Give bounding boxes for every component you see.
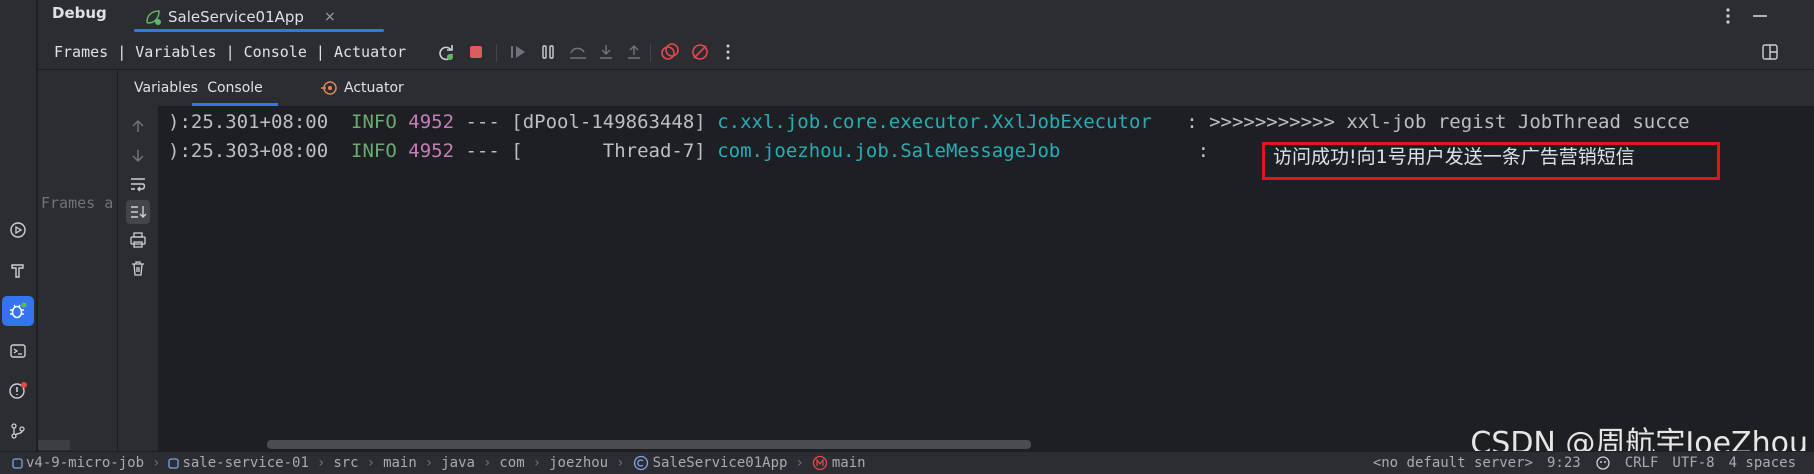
- breadcrumb-item[interactable]: main: [383, 455, 417, 471]
- minimize-icon[interactable]: [1750, 6, 1770, 26]
- debug-toolbar: Frames | Variables | Console | Actuator: [38, 34, 1814, 70]
- up-arrow-icon[interactable]: [126, 114, 150, 138]
- file-encoding[interactable]: UTF-8: [1672, 455, 1714, 471]
- log-logger[interactable]: c.xxl.job.core.executor.XxlJobExecutor: [717, 111, 1152, 133]
- breadcrumb-item[interactable]: v4-9-micro-job: [26, 455, 144, 471]
- layout-tabs-links[interactable]: Frames | Variables | Console | Actuator: [54, 43, 406, 61]
- class-icon: [633, 455, 649, 471]
- ai-assistant-icon[interactable]: [1595, 455, 1611, 471]
- log-separator: ---: [465, 111, 500, 133]
- log-timestamp: ):25.303+08:00: [168, 140, 329, 162]
- console-actions-gutter: [118, 106, 158, 451]
- step-out-icon[interactable]: [624, 42, 644, 62]
- line-ending[interactable]: CRLF: [1625, 455, 1659, 471]
- frames-scrollbar[interactable]: [38, 440, 70, 450]
- scroll-to-end-icon[interactable]: [126, 200, 150, 224]
- frames-pane: Frames a: [38, 70, 117, 451]
- log-level: INFO: [351, 140, 397, 162]
- tab-label: Console: [207, 80, 263, 96]
- active-tab-indicator: [134, 29, 384, 32]
- log-message-prefix: :: [1197, 140, 1210, 162]
- soft-wrap-icon[interactable]: [126, 172, 150, 196]
- breadcrumb-item[interactable]: com: [499, 455, 524, 471]
- breadcrumb-item[interactable]: src: [333, 455, 358, 471]
- more-options-icon[interactable]: [1718, 6, 1738, 26]
- log-separator: ---: [465, 140, 500, 162]
- toolbar-divider: [496, 44, 497, 62]
- step-into-icon[interactable]: [596, 42, 616, 62]
- log-line: ):25.303+08:00 INFO 4952 --- [ Thread-7]…: [168, 138, 1209, 164]
- print-icon[interactable]: [126, 228, 150, 252]
- resume-icon[interactable]: [508, 42, 528, 62]
- tab-label: Variables: [134, 80, 198, 96]
- status-widgets: <no default server> 9:23 CRLF UTF-8 4 sp…: [1373, 455, 1796, 471]
- actuator-icon: [320, 79, 338, 97]
- more-actions-icon[interactable]: [718, 42, 738, 62]
- stop-icon[interactable]: [466, 42, 486, 62]
- log-timestamp: ):25.301+08:00: [168, 111, 329, 133]
- rerun-icon[interactable]: [436, 42, 456, 62]
- log-level: INFO: [351, 111, 397, 133]
- log-pid: 4952: [408, 140, 455, 162]
- tool-window-title: Debug: [52, 4, 107, 22]
- debug-icon[interactable]: [2, 296, 34, 326]
- breadcrumb-item[interactable]: SaleService01App: [653, 455, 788, 471]
- debug-inner-tabs: Variables Console Actuator: [118, 70, 1814, 106]
- view-breakpoints-icon[interactable]: [660, 42, 680, 62]
- breadcrumb: v4-9-micro-job › sale-service-01 › src › ma…: [12, 455, 866, 471]
- build-icon[interactable]: [2, 255, 34, 285]
- log-pid: 4952: [408, 111, 455, 133]
- indent-setting[interactable]: 4 spaces: [1729, 455, 1796, 471]
- clear-all-icon[interactable]: [126, 256, 150, 280]
- breadcrumb-item[interactable]: java: [441, 455, 475, 471]
- server-widget[interactable]: <no default server>: [1373, 455, 1533, 471]
- terminal-icon[interactable]: [2, 336, 34, 366]
- services-icon[interactable]: [2, 215, 34, 245]
- caret-position[interactable]: 9:23: [1547, 455, 1581, 471]
- console-horizontal-scrollbar[interactable]: [267, 440, 1031, 449]
- breadcrumb-item[interactable]: main: [832, 455, 866, 471]
- mute-breakpoints-icon[interactable]: [690, 42, 710, 62]
- status-bar: v4-9-micro-job › sale-service-01 › src › ma…: [0, 451, 1814, 474]
- log-logger[interactable]: com.joezhou.job.SaleMessageJob: [717, 140, 1060, 162]
- breadcrumb-item[interactable]: sale-service-01: [182, 455, 308, 471]
- tool-window-strip: [0, 0, 37, 451]
- log-message: : >>>>>>>>>>> xxl-job regist JobThread s…: [1186, 111, 1690, 133]
- module-icon: [12, 457, 23, 469]
- step-over-icon[interactable]: [568, 42, 588, 62]
- close-icon[interactable]: ×: [324, 9, 336, 25]
- debug-header: Debug SaleService01App ×: [38, 0, 1814, 34]
- tab-variables[interactable]: Variables: [134, 70, 198, 106]
- tab-actuator[interactable]: Actuator: [320, 70, 404, 106]
- spring-run-icon: [144, 8, 162, 26]
- method-icon: [812, 455, 828, 471]
- tab-console[interactable]: Console: [192, 70, 278, 106]
- tab-label: Actuator: [344, 80, 404, 96]
- layout-settings-icon[interactable]: [1760, 42, 1780, 62]
- log-line: ):25.301+08:00 INFO 4952 --- [dPool-1498…: [168, 109, 1690, 135]
- log-thread: [dPool-149863448]: [511, 111, 706, 133]
- down-arrow-icon[interactable]: [126, 144, 150, 168]
- breadcrumb-item[interactable]: joezhou: [549, 455, 608, 471]
- toolbar-divider: [650, 44, 651, 62]
- highlight-box: [1262, 142, 1720, 180]
- pause-icon[interactable]: [538, 42, 558, 62]
- log-thread: [ Thread-7]: [511, 140, 706, 162]
- module-icon: [168, 457, 180, 469]
- tab-sale-service-01-app[interactable]: SaleService01App ×: [134, 0, 384, 34]
- git-icon[interactable]: [2, 416, 34, 446]
- frames-placeholder: Frames a: [41, 194, 114, 212]
- problems-icon[interactable]: [2, 376, 34, 406]
- tab-label: SaleService01App: [168, 8, 304, 26]
